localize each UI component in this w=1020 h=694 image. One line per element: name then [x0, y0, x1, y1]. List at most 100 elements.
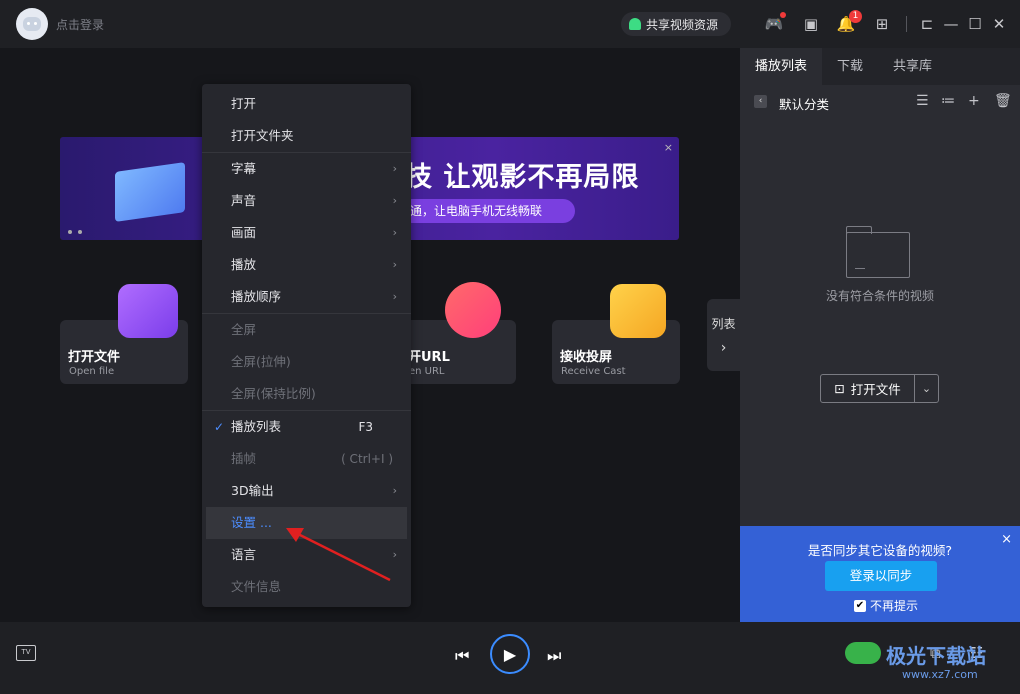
side-tab-label: 列表	[711, 317, 736, 331]
red-pointer-arrow	[286, 528, 391, 582]
chevron-right-icon: ›	[392, 226, 397, 239]
trash-icon[interactable]: 🗑	[994, 93, 1012, 109]
close-icon[interactable]: ✕	[989, 14, 1009, 34]
menu-item-fullscreen-keep-ratio: 全屏(保持比例)	[202, 378, 411, 410]
checkmark-icon: ✓	[214, 420, 225, 434]
menu-item-playback[interactable]: 播放 ›	[202, 249, 411, 281]
menu-item-fullscreen: 全屏	[202, 314, 411, 346]
sync-question: 是否同步其它设备的视频?	[807, 543, 953, 558]
card-subtitle: en URL	[409, 366, 445, 377]
menu-item-fullscreen-stretch: 全屏(拉伸)	[202, 346, 411, 378]
menu-label: 3D输出	[231, 483, 274, 498]
login-sync-button[interactable]: 登录以同步	[825, 561, 937, 591]
watermark-url: www.xz7.com	[902, 668, 978, 681]
menu-label: 字幕	[231, 161, 257, 176]
menu-label: 打开	[231, 96, 257, 111]
new-dot	[780, 12, 786, 18]
list-view-icon[interactable]: ≔	[941, 93, 955, 109]
laptop-illustration	[115, 162, 185, 222]
tab-download[interactable]: 下载	[822, 48, 878, 85]
menu-item-play-order[interactable]: 播放顺序 ›	[202, 281, 411, 313]
menu-label: 全屏(保持比例)	[231, 386, 316, 401]
menu-item-audio[interactable]: 声音 ›	[202, 185, 411, 217]
card-subtitle: Open file	[69, 366, 115, 377]
menu-label: 设置 ...	[231, 515, 272, 530]
chevron-right-icon: ›	[392, 194, 397, 207]
menu-label: 播放顺序	[231, 289, 282, 304]
chevron-down-icon[interactable]: ⌄	[915, 382, 938, 395]
menu-label: 全屏(拉伸)	[231, 354, 291, 369]
add-icon[interactable]: +	[968, 93, 980, 109]
checkbox-label: 不再提示	[870, 599, 919, 613]
play-icon: ▶	[503, 644, 517, 664]
card-subtitle: Receive Cast	[561, 366, 626, 377]
login-link[interactable]: 点击登录	[56, 16, 104, 33]
control-bar: TV ⏮ ▶ ⏭ ⧉ ☷ 极光下载站 www.xz7.com	[0, 622, 1020, 694]
previous-icon[interactable]: ⏮	[455, 646, 469, 666]
collapse-left-icon[interactable]: ‹	[754, 95, 767, 108]
android-icon	[629, 18, 641, 30]
open-file-card[interactable]: 打开文件 Open file	[60, 284, 188, 384]
menu-item-open-folder[interactable]: 打开文件夹	[202, 120, 411, 152]
menu-item-open[interactable]: 打开	[202, 88, 411, 120]
minimize-icon[interactable]: —	[941, 14, 961, 34]
play-file-icon	[118, 284, 178, 338]
share-label: 共享视频资源	[646, 17, 719, 32]
banner-close-icon[interactable]: ×	[664, 141, 673, 154]
card-title: 开URL	[408, 350, 450, 365]
empty-message: 没有符合条件的视频	[825, 289, 934, 303]
maximize-icon[interactable]: ☐	[965, 14, 985, 34]
menu-label: 文件信息	[231, 579, 282, 594]
open-file-main[interactable]: ⊡ 打开文件	[821, 375, 915, 402]
playlist-side-tab[interactable]: 列表 ›	[707, 299, 740, 371]
divider	[906, 16, 907, 32]
menu-item-frame-interpolation: 插帧 ( Ctrl+I )	[202, 443, 411, 475]
menu-label: 全屏	[231, 322, 257, 337]
robot-face-icon	[23, 17, 41, 31]
sync-popup: 是否同步其它设备的视频? × 登录以同步 ✔ 不再提示	[740, 526, 1020, 622]
pager-dot[interactable]	[68, 230, 72, 234]
menu-label: 打开文件夹	[231, 128, 294, 143]
sort-icon[interactable]: ☰	[916, 93, 929, 109]
card-title: 接收投屏	[560, 350, 613, 365]
checkbox-icon[interactable]: ✔	[854, 599, 866, 612]
banner-headline: 技 让观影不再局限	[405, 162, 640, 193]
bell-icon[interactable]: 🔔 1	[836, 10, 862, 34]
menu-shortcut: F3	[358, 420, 373, 434]
menu-item-3d-output[interactable]: 3D输出 ›	[202, 475, 411, 507]
pager-dot[interactable]	[78, 230, 82, 234]
chevron-right-icon: ›	[720, 340, 727, 356]
playlist-panel: 播放列表 下载 共享库 ‹ 默认分类 ☰ ≔ + 🗑 没有符合条件的视频 ⊡ 打开…	[740, 48, 1020, 622]
tab-shared-library[interactable]: 共享库	[878, 48, 947, 85]
watermark: 极光下载站 www.xz7.com	[842, 638, 1012, 684]
tv-cast-icon[interactable]: TV	[16, 645, 36, 661]
chevron-right-icon: ›	[392, 484, 397, 497]
menu-item-playlist[interactable]: ✓ 播放列表 F3	[202, 411, 411, 443]
chevron-right-icon: ›	[392, 258, 397, 271]
panel-tabs: 播放列表 下载 共享库	[740, 48, 1020, 85]
open-url-card[interactable]: 开URL en URL	[400, 282, 516, 384]
watermark-text: 极光下载站	[886, 644, 986, 668]
wifi-cast-icon	[610, 284, 666, 338]
mini-mode-icon[interactable]: ⊏	[917, 14, 937, 34]
category-label[interactable]: 默认分类	[779, 94, 829, 113]
gift-icon[interactable]: ▣	[801, 14, 821, 34]
open-file-button[interactable]: ⊡ 打开文件 ⌄	[820, 374, 939, 403]
close-icon[interactable]: ×	[1001, 532, 1012, 547]
menu-label: 声音	[231, 193, 257, 208]
apps-grid-icon[interactable]: ⊞	[872, 14, 892, 34]
next-icon[interactable]: ⏭	[547, 646, 561, 666]
play-button[interactable]: ▶	[490, 634, 530, 674]
dont-remind-checkbox[interactable]: ✔ 不再提示	[854, 597, 918, 614]
game-icon[interactable]: 🎮	[764, 12, 786, 34]
empty-folder-icon	[846, 226, 910, 278]
receive-cast-card[interactable]: 接收投屏 Receive Cast	[552, 284, 680, 384]
menu-item-video[interactable]: 画面 ›	[202, 217, 411, 249]
tab-playlist[interactable]: 播放列表	[740, 48, 823, 85]
menu-item-subtitle[interactable]: 字幕 ›	[202, 153, 411, 185]
card-title: 打开文件	[68, 350, 121, 365]
title-bar: 点击登录 共享视频资源 🎮 ▣ 🔔 1 ⊞ ⊏ — ☐ ✕	[0, 0, 1020, 48]
avatar[interactable]	[16, 8, 48, 40]
share-resources-button[interactable]: 共享视频资源	[621, 12, 731, 36]
add-file-icon: ⊡	[834, 381, 845, 396]
